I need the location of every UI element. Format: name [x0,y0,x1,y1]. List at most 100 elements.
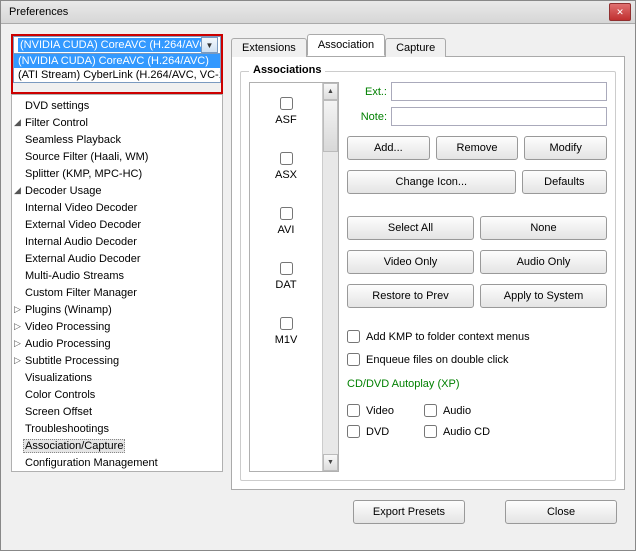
video-only-button[interactable]: Video Only [347,250,474,274]
context-menu-label: Add KMP to folder context menus [366,331,530,343]
decoder-option-0[interactable]: (NVIDIA CUDA) CoreAVC (H.264/AVC) [14,54,220,68]
tree-item[interactable]: ▷Audio Processing [12,335,222,352]
assoc-item-checkbox[interactable] [280,207,293,220]
tree-item-label: External Audio Decoder [23,253,143,265]
scroll-up-icon[interactable]: ▲ [323,83,338,100]
scroll-down-icon[interactable]: ▼ [323,454,338,471]
tree-item-label: Splitter (KMP, MPC-HC) [23,168,144,180]
decoder-combo[interactable]: (NVIDIA CUDA) CoreAVC (H.264/AVC) ▼ [13,36,221,54]
tab-extensions[interactable]: Extensions [231,38,307,57]
tree-toggle-icon[interactable]: ◢ [12,117,23,128]
scrollbar[interactable]: ▲ ▼ [322,83,338,471]
autoplay-audiocd-label: Audio CD [443,426,490,438]
tree-item-label: Color Controls [23,389,97,401]
add-button[interactable]: Add... [347,136,430,160]
tree-item-label: Visualizations [23,372,94,384]
restore-button[interactable]: Restore to Prev [347,284,474,308]
tree-item[interactable]: Source Filter (Haali, WM) [12,148,222,165]
autoplay-audio-label: Audio [443,405,471,417]
close-button[interactable]: Close [505,500,617,524]
modify-button[interactable]: Modify [524,136,607,160]
tree-item[interactable]: ▷Plugins (Winamp) [12,301,222,318]
tree-item[interactable]: Custom Filter Manager [12,284,222,301]
assoc-item-label: M1V [254,334,318,346]
tree-item-label: Screen Offset [23,406,94,418]
assoc-item[interactable]: ASX [254,146,318,201]
tree-item[interactable]: Visualizations [12,369,222,386]
tree-item[interactable]: Association/Capture [12,437,222,454]
remove-button[interactable]: Remove [436,136,519,160]
assoc-item[interactable]: AVI [254,201,318,256]
tree-item[interactable]: DVD settings [12,97,222,114]
tree-toggle-icon[interactable]: ▷ [12,321,23,332]
tree-toggle-icon[interactable]: ◢ [12,185,23,196]
associations-list[interactable]: ASF ASX AVI DAT M1V ▲ ▼ [249,82,339,472]
tab-association[interactable]: Association [307,34,385,56]
defaults-button[interactable]: Defaults [522,170,607,194]
autoplay-dvd-checkbox[interactable] [347,425,360,438]
tree-toggle-icon[interactable]: ▷ [12,304,23,315]
tree-item[interactable]: Internal Audio Decoder [12,233,222,250]
context-menu-checkbox[interactable] [347,330,360,343]
assoc-item-label: ASX [254,169,318,181]
ext-label: Ext.: [347,86,387,98]
tree-item-label: Multi-Audio Streams [23,270,126,282]
tree-item[interactable]: Multi-Audio Streams [12,267,222,284]
tree-item[interactable]: Configuration Management [12,454,222,471]
none-button[interactable]: None [480,216,607,240]
tree-item[interactable]: Seamless Playback [12,131,222,148]
apply-button[interactable]: Apply to System [480,284,607,308]
assoc-item[interactable]: DAT [254,256,318,311]
autoplay-audiocd-checkbox[interactable] [424,425,437,438]
tree-item[interactable]: Color Controls [12,386,222,403]
change-icon-button[interactable]: Change Icon... [347,170,516,194]
tree-toggle-icon[interactable]: ▷ [12,355,23,366]
tree-item[interactable]: Splitter (KMP, MPC-HC) [12,165,222,182]
tree-item-label: DVD settings [23,100,91,112]
preferences-tree[interactable]: DVD settings◢Filter ControlSeamless Play… [11,94,223,472]
tree-item[interactable]: ◢Filter Control [12,114,222,131]
tree-item-label: Source Filter (Haali, WM) [23,151,150,163]
tree-item[interactable]: External Audio Decoder [12,250,222,267]
enqueue-checkbox[interactable] [347,353,360,366]
tree-item-label: Subtitle Processing [23,355,121,367]
window-close-button[interactable]: ✕ [609,3,631,21]
associations-group-title: Associations [249,64,325,76]
autoplay-section-label: CD/DVD Autoplay (XP) [347,378,607,390]
autoplay-video-checkbox[interactable] [347,404,360,417]
decoder-combo-highlight: (NVIDIA CUDA) CoreAVC (H.264/AVC) ▼ (NVI… [11,34,223,94]
tree-item[interactable]: Screen Offset [12,403,222,420]
export-presets-button[interactable]: Export Presets [353,500,465,524]
assoc-item-checkbox[interactable] [280,317,293,330]
note-field[interactable] [391,107,607,126]
window-title: Preferences [5,6,609,18]
assoc-item[interactable]: M1V [254,311,318,366]
tree-item[interactable]: ◢Decoder Usage [12,182,222,199]
autoplay-video-label: Video [366,405,394,417]
autoplay-dvd-label: DVD [366,426,389,438]
assoc-item-checkbox[interactable] [280,262,293,275]
tree-item[interactable]: ▷Subtitle Processing [12,352,222,369]
tree-item-label: Audio Processing [23,338,113,350]
audio-only-button[interactable]: Audio Only [480,250,607,274]
assoc-item-label: DAT [254,279,318,291]
assoc-item-checkbox[interactable] [280,97,293,110]
select-all-button[interactable]: Select All [347,216,474,240]
tree-item[interactable]: Troubleshootings [12,420,222,437]
tree-item-label: Filter Control [23,117,90,129]
tree-item[interactable]: ▷Video Processing [12,318,222,335]
assoc-item[interactable]: ASF [254,91,318,146]
tree-item[interactable]: Internal Video Decoder [12,199,222,216]
tree-item-label: Internal Video Decoder [23,202,139,214]
autoplay-audio-checkbox[interactable] [424,404,437,417]
assoc-item-label: AVI [254,224,318,236]
decoder-option-1[interactable]: (ATI Stream) CyberLink (H.264/AVC, VC-1, [14,68,220,82]
scroll-thumb[interactable] [323,100,338,152]
tree-item[interactable]: External Video Decoder [12,216,222,233]
ext-field[interactable] [391,82,607,101]
tree-item-label: Association/Capture [23,439,125,453]
assoc-item-checkbox[interactable] [280,152,293,165]
tree-item-label: Troubleshootings [23,423,111,435]
tab-capture[interactable]: Capture [385,38,446,57]
tree-toggle-icon[interactable]: ▷ [12,338,23,349]
